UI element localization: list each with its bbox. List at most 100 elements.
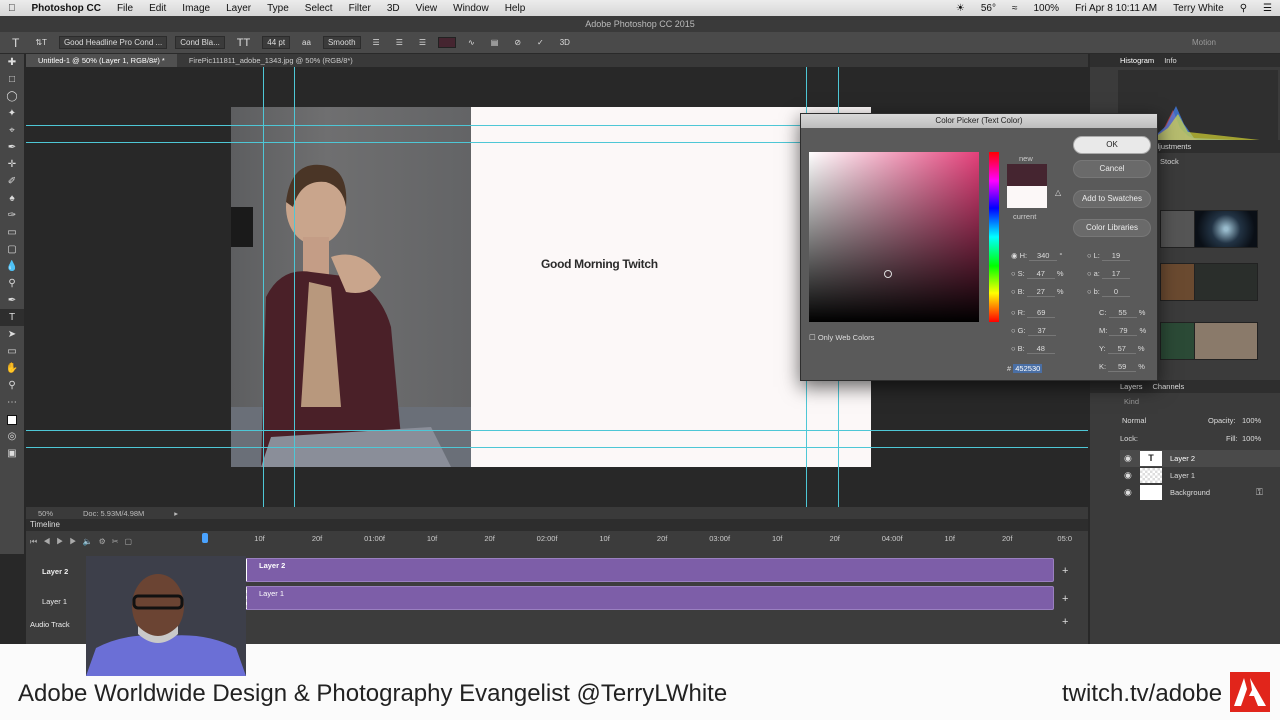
visibility-eye-icon[interactable]: ◉ xyxy=(1124,487,1132,498)
menu-image[interactable]: Image xyxy=(174,3,218,14)
search-icon[interactable]: ⚲ xyxy=(1232,3,1255,14)
hsb-s[interactable]: ○ S: 47 % xyxy=(1011,269,1064,279)
pen-tool-icon[interactable]: ✒ xyxy=(0,292,24,309)
workspace-select[interactable]: Motion xyxy=(1188,37,1220,48)
align-left-icon[interactable]: ☰ xyxy=(369,37,384,48)
next-frame-icon[interactable]: ▶ xyxy=(69,537,82,546)
cmyk-y[interactable]: Y: 57 % xyxy=(1099,344,1145,354)
rgb-r[interactable]: ○ R: 69 xyxy=(1011,308,1056,318)
dodge-tool-icon[interactable]: ⚲ xyxy=(0,275,24,292)
split-icon[interactable]: ✂ xyxy=(112,537,125,546)
tab-channels[interactable]: Channels xyxy=(1153,382,1185,391)
weather-icon[interactable]: ☀ xyxy=(948,3,973,14)
color-field-cursor[interactable] xyxy=(884,270,892,278)
more-tools-icon[interactable]: ⋯ xyxy=(0,394,24,411)
menu-type[interactable]: Type xyxy=(259,3,297,14)
menu-select[interactable]: Select xyxy=(297,3,341,14)
clock[interactable]: Fri Apr 8 10:11 AM xyxy=(1067,3,1165,14)
layer-row-layer-2[interactable]: ◉ T Layer 2 xyxy=(1120,450,1280,467)
menu-view[interactable]: View xyxy=(408,3,446,14)
lab-l[interactable]: ○ L: 19 xyxy=(1087,251,1130,261)
doc-size[interactable]: Doc: 5.93M/4.98M xyxy=(83,509,144,518)
rgb-b[interactable]: ○ B: 48 xyxy=(1011,344,1055,354)
shape-tool-icon[interactable]: ▭ xyxy=(0,343,24,360)
transition-icon[interactable]: ▢ xyxy=(124,537,138,546)
add-to-swatches-button[interactable]: Add to Swatches xyxy=(1073,190,1151,208)
eyedropper-icon[interactable]: ✒ xyxy=(0,139,24,156)
guide-vertical-2[interactable] xyxy=(294,67,295,507)
type-tool-icon[interactable]: T xyxy=(8,35,23,51)
library-thumb-6[interactable] xyxy=(1194,322,1258,360)
cancel-icon[interactable]: ⊘ xyxy=(510,37,525,48)
zoom-tool-icon[interactable]: ⚲ xyxy=(0,377,24,394)
color-field[interactable] xyxy=(809,152,979,322)
blur-tool-icon[interactable]: 💧 xyxy=(0,258,24,275)
marquee-tool-icon[interactable]: □ xyxy=(0,71,24,88)
tab-layers[interactable]: Layers xyxy=(1120,382,1143,391)
layer-name[interactable]: Layer 1 xyxy=(1170,471,1195,480)
cmyk-m[interactable]: M: 79 % xyxy=(1099,326,1146,336)
guide-horizontal-4[interactable] xyxy=(26,447,1088,448)
library-thumb-2[interactable] xyxy=(1194,210,1258,248)
banner-url[interactable]: twitch.tv/adobe xyxy=(1062,680,1222,708)
commit-icon[interactable]: ✓ xyxy=(533,37,548,48)
layer-name[interactable]: Background xyxy=(1170,488,1210,497)
settings-icon[interactable]: ⚙ xyxy=(99,537,112,546)
hsb-h[interactable]: ◉ H: 340 ° xyxy=(1011,251,1062,261)
tab-untitled-1[interactable]: Untitled-1 @ 50% (Layer 1, RGB/8#) * xyxy=(26,54,177,67)
rgb-g[interactable]: ○ G: 37 xyxy=(1011,326,1056,336)
clip-layer-2[interactable]: T Layer 2 xyxy=(204,558,1054,582)
font-size-select[interactable]: 44 pt xyxy=(262,36,291,49)
layer-row-background[interactable]: ◉ Background ⚿ xyxy=(1120,484,1280,501)
healing-brush-icon[interactable]: ✛ xyxy=(0,156,24,173)
layer-row-layer-1[interactable]: ◉ Layer 1 xyxy=(1120,467,1280,484)
3d-icon[interactable]: 3D xyxy=(556,37,574,48)
cancel-button[interactable]: Cancel xyxy=(1073,160,1151,178)
crop-tool-icon[interactable]: ⌖ xyxy=(0,122,24,139)
stock-select[interactable]: Stock xyxy=(1160,157,1179,166)
move-tool-icon[interactable]: ✚ xyxy=(0,54,24,71)
hue-slider[interactable] xyxy=(989,152,999,322)
add-media-icon[interactable]: + xyxy=(1062,565,1068,577)
menu-help[interactable]: Help xyxy=(497,3,534,14)
library-thumb-4[interactable] xyxy=(1194,263,1258,301)
tab-firepic[interactable]: FirePic111811_adobe_1343.jpg @ 50% (RGB/… xyxy=(177,54,365,67)
lab-b[interactable]: ○ b: 0 xyxy=(1087,287,1130,297)
visibility-eye-icon[interactable]: ◉ xyxy=(1124,470,1132,481)
gradient-icon[interactable]: ▢ xyxy=(0,241,24,258)
color-libraries-button[interactable]: Color Libraries xyxy=(1073,219,1151,237)
guide-horizontal-3[interactable] xyxy=(26,430,1088,431)
visibility-eye-icon[interactable]: ◉ xyxy=(1124,453,1132,464)
play-icon[interactable]: ▶ xyxy=(56,537,69,546)
menu-window[interactable]: Window xyxy=(445,3,497,14)
apple-icon[interactable]:  xyxy=(0,3,24,14)
clone-stamp-icon[interactable]: ♠ xyxy=(0,190,24,207)
track-layer-1-label[interactable]: Layer 1 xyxy=(42,597,67,606)
wifi-icon[interactable]: ≈ xyxy=(1004,3,1026,14)
antialias-select[interactable]: Smooth xyxy=(322,36,361,49)
prev-frame-icon[interactable]: ◀ xyxy=(43,537,56,546)
audio-icon[interactable]: 🔈 xyxy=(83,537,99,546)
layer-name[interactable]: Layer 2 xyxy=(1170,454,1195,463)
lasso-tool-icon[interactable]: ◯ xyxy=(0,88,24,105)
first-frame-icon[interactable]: ⏮ xyxy=(30,537,43,546)
track-audio-label[interactable]: Audio Track xyxy=(30,620,70,629)
eraser-icon[interactable]: ▭ xyxy=(0,224,24,241)
document-canvas[interactable]: Good Morning Twitch xyxy=(231,107,871,467)
fill-value[interactable]: 100% xyxy=(1242,434,1261,443)
ok-button[interactable]: OK xyxy=(1073,136,1151,154)
lab-a[interactable]: ○ a: 17 xyxy=(1087,269,1130,279)
track-layer-2-label[interactable]: Layer 2 xyxy=(42,567,68,576)
type-tool-icon[interactable]: T xyxy=(0,309,24,326)
blend-mode-select[interactable]: Normal xyxy=(1122,416,1146,425)
font-family-select[interactable]: Good Headline Pro Cond ... xyxy=(58,36,168,49)
current-color-swatch[interactable] xyxy=(1007,186,1047,208)
tab-histogram[interactable]: Histogram xyxy=(1120,56,1154,65)
history-brush-icon[interactable]: ✑ xyxy=(0,207,24,224)
screen-mode-icon[interactable]: ▣ xyxy=(0,445,24,462)
gamut-warning-icon[interactable]: △ xyxy=(1055,188,1061,197)
guide-vertical-1[interactable] xyxy=(263,67,264,507)
add-audio-icon[interactable]: + xyxy=(1062,616,1068,628)
menu-layer[interactable]: Layer xyxy=(218,3,259,14)
menu-file[interactable]: File xyxy=(109,3,141,14)
